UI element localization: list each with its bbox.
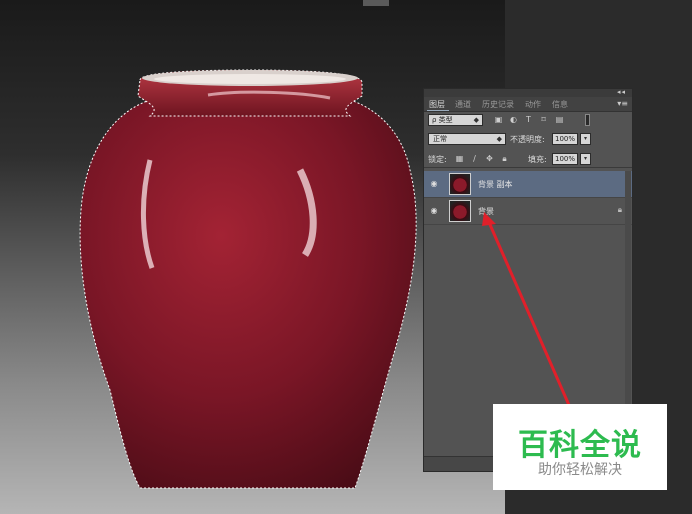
watermark-badge: 百科全说 助你轻松解决 <box>493 404 667 490</box>
layer-row-background[interactable]: ◉ 背景 🔒︎ <box>424 198 632 225</box>
opacity-field[interactable]: 100% <box>552 133 578 145</box>
type-filter-icon[interactable]: T <box>524 115 533 124</box>
opacity-value: 100% <box>555 135 576 143</box>
layer-thumbnail <box>449 200 471 222</box>
lock-label: 锁定: <box>428 155 447 164</box>
panel-menu-icon[interactable]: ▾≡ <box>617 99 628 108</box>
layer-filter-row: ρ 类型 ◆ ▣ ◐ T ⌑ ▤ <box>424 113 632 128</box>
opacity-label: 不透明度: <box>510 135 545 144</box>
panel-tab-row: 图层 通道 历史记录 动作 信息 ▾≡ <box>424 97 632 112</box>
lock-paint-icon[interactable]: ∕ <box>470 154 479 164</box>
lock-row: 锁定: ▦ ∕ ✥ 🔒︎ 填充: 100% ▾ <box>424 152 632 168</box>
opacity-dropdown-button[interactable]: ▾ <box>580 133 591 145</box>
tab-layers[interactable]: 图层 <box>429 99 445 110</box>
chevron-down-icon: ◆ <box>473 116 479 124</box>
tab-channels[interactable]: 通道 <box>455 99 471 110</box>
watermark-subtitle: 助你轻松解决 <box>538 462 622 478</box>
tab-history[interactable]: 历史记录 <box>482 99 514 110</box>
filter-kind-label: ρ 类型 <box>432 116 453 124</box>
lock-icon: 🔒︎ <box>617 205 622 214</box>
layer-name: 背景 <box>478 207 494 216</box>
blend-row: 正常 ◆ 不透明度: 100% ▾ <box>424 132 632 147</box>
smart-object-filter-icon[interactable]: ▤ <box>555 115 564 124</box>
blend-mode-select[interactable]: 正常 ◆ <box>428 133 506 145</box>
panel-title-bar[interactable]: ◂◂ <box>424 88 632 97</box>
eye-icon[interactable]: ◉ <box>429 179 439 189</box>
watermark-title: 百科全说 <box>518 428 642 463</box>
image-filter-icon[interactable]: ▣ <box>494 115 503 124</box>
shape-filter-icon[interactable]: ⌑ <box>539 115 548 124</box>
blend-mode-value: 正常 <box>433 135 447 143</box>
lock-position-icon[interactable]: ✥ <box>485 154 494 164</box>
adjustment-filter-icon[interactable]: ◐ <box>509 115 518 124</box>
fill-field[interactable]: 100% <box>552 153 578 165</box>
filter-kind-select[interactable]: ρ 类型 ◆ <box>428 114 483 126</box>
lock-all-icon[interactable]: 🔒︎ <box>500 154 509 164</box>
layer-name: 背景 副本 <box>478 180 513 189</box>
fill-value: 100% <box>555 155 576 163</box>
chevron-down-icon: ◆ <box>496 135 502 143</box>
active-tab-indicator <box>427 110 449 111</box>
lock-transparency-icon[interactable]: ▦ <box>455 154 464 164</box>
filter-toggle-switch[interactable] <box>585 114 590 126</box>
tab-info[interactable]: 信息 <box>552 99 568 110</box>
layer-row-background-copy[interactable]: ◉ 背景 副本 <box>424 171 632 198</box>
fill-label: 填充: <box>528 155 547 164</box>
fill-dropdown-button[interactable]: ▾ <box>580 153 591 165</box>
collapse-icon[interactable]: ◂◂ <box>617 88 626 96</box>
eye-icon[interactable]: ◉ <box>429 206 439 216</box>
layer-thumbnail <box>449 173 471 195</box>
tab-actions[interactable]: 动作 <box>525 99 541 110</box>
